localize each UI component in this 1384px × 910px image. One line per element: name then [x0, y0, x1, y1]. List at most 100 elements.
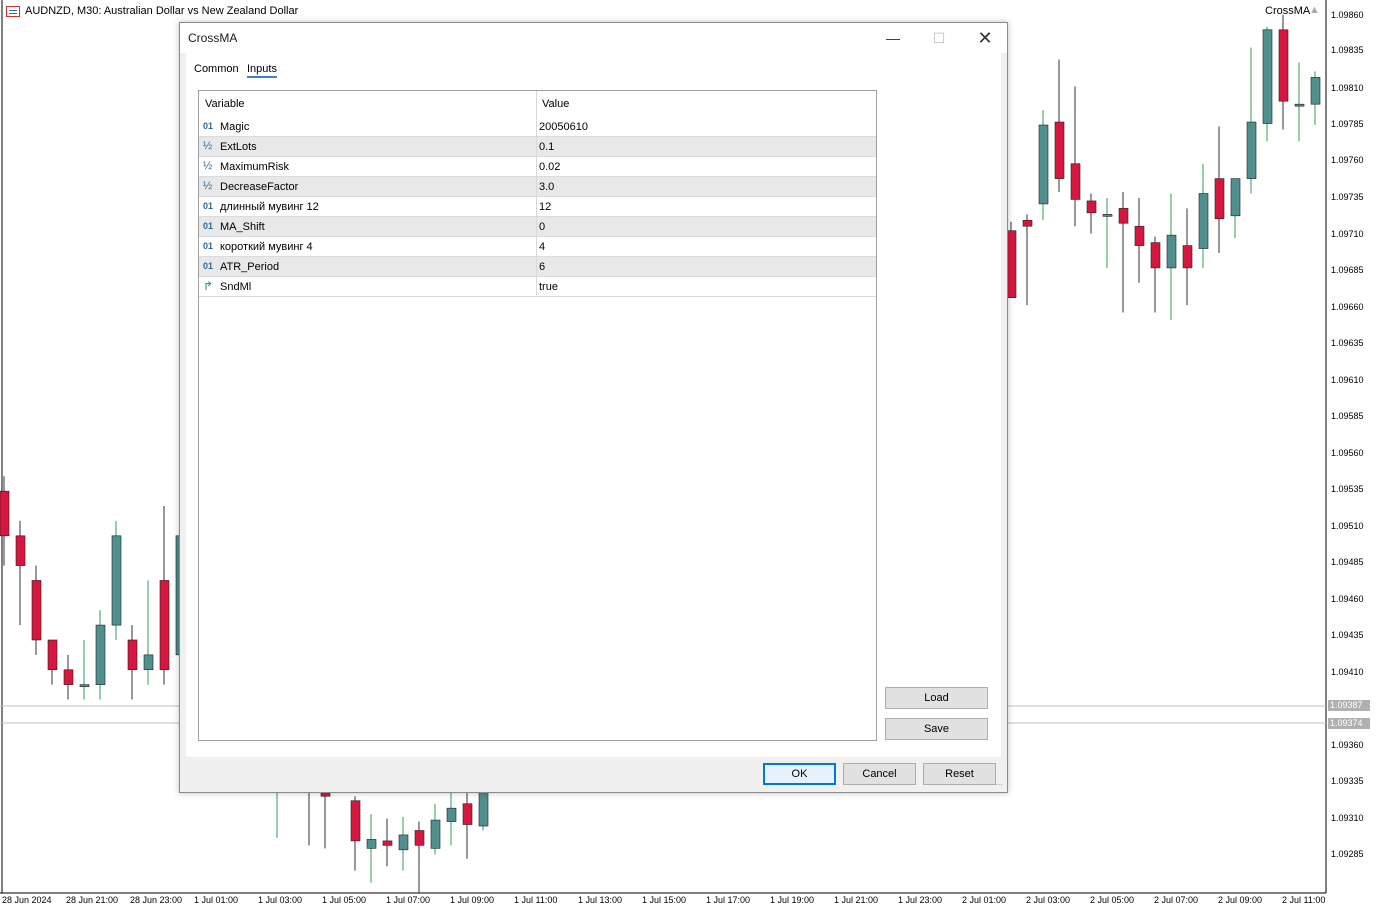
price-axis-label: 1.09360: [1331, 740, 1364, 750]
load-button[interactable]: Load: [885, 687, 988, 709]
parameter-row[interactable]: 01 короткий мувинг 4 4: [199, 237, 876, 257]
parameter-value[interactable]: 12: [539, 201, 551, 213]
parameter-row[interactable]: 01 ATR_Period 6: [199, 257, 876, 277]
integer-type-icon: 01: [203, 221, 214, 231]
time-axis-label: 1 Jul 09:00: [450, 895, 495, 905]
candle-body: [1230, 178, 1241, 217]
ask-price-tag: 1.09374: [1328, 718, 1370, 729]
column-header-variable[interactable]: Variable: [205, 98, 245, 110]
time-axis-label: 2 Jul 01:00: [962, 895, 1007, 905]
time-axis-label: 1 Jul 07:00: [386, 895, 431, 905]
parameter-row[interactable]: 01 длинный мувинг 12 12: [199, 197, 876, 217]
price-axis-label: 1.09810: [1331, 83, 1364, 93]
candle-body: [1022, 219, 1033, 227]
chart-title-text: AUDNZD, M30: Australian Dollar vs New Ze…: [25, 5, 299, 17]
ok-button[interactable]: OK: [763, 763, 836, 785]
dialog-titlebar[interactable]: CrossMA — ☐ ✕: [180, 23, 1007, 53]
tab-bar: Common Inputs: [186, 53, 1001, 83]
price-axis-label: 1.09835: [1331, 45, 1364, 55]
reset-button[interactable]: Reset: [923, 763, 996, 785]
parameter-value[interactable]: 3.0: [539, 181, 554, 193]
time-axis-label: 1 Jul 13:00: [578, 895, 623, 905]
bool-type-icon: ↱: [203, 279, 214, 293]
candle-body: [1294, 103, 1305, 107]
time-axis-label: 2 Jul 09:00: [1218, 895, 1263, 905]
inputs-grid[interactable]: Variable Value 01 Magic 20050610 ½ ExtLots 0.…: [198, 90, 877, 741]
price-axis-label: 1.09660: [1331, 302, 1364, 312]
integer-type-icon: 01: [203, 201, 214, 211]
candle-body: [79, 684, 90, 687]
parameter-row[interactable]: ½ ExtLots 0.1: [199, 137, 876, 157]
price-axis-label: 1.09860: [1331, 10, 1364, 20]
parameter-row[interactable]: 01 Magic 20050610: [199, 117, 876, 137]
tab-common[interactable]: Common: [194, 63, 239, 75]
parameter-row[interactable]: ½ DecreaseFactor 3.0: [199, 177, 876, 197]
parameter-value[interactable]: true: [539, 281, 558, 293]
price-axis-label: 1.09610: [1331, 375, 1364, 385]
candle-body: [1198, 193, 1209, 249]
parameter-name: ATR_Period: [220, 261, 280, 273]
candle-body: [1278, 29, 1289, 102]
price-axis-label: 1.09435: [1331, 630, 1364, 640]
candle-body: [1038, 124, 1049, 205]
price-axis-label: 1.09485: [1331, 557, 1364, 567]
time-axis-label: 1 Jul 03:00: [258, 895, 303, 905]
close-icon[interactable]: ✕: [962, 23, 1008, 53]
candle-body: [0, 490, 10, 537]
time-axis-label: 1 Jul 19:00: [770, 895, 815, 905]
minimize-icon[interactable]: —: [870, 23, 916, 53]
candle-body: [1102, 214, 1113, 217]
maximize-icon[interactable]: ☐: [916, 23, 962, 53]
candle-body: [63, 669, 74, 685]
price-axis-label: 1.09560: [1331, 448, 1364, 458]
integer-type-icon: 01: [203, 121, 214, 131]
candle-body: [15, 535, 26, 566]
parameter-value[interactable]: 0.02: [539, 161, 560, 173]
parameter-value[interactable]: 20050610: [539, 121, 588, 133]
parameter-value[interactable]: 0: [539, 221, 545, 233]
candle-body: [462, 803, 473, 825]
parameter-row[interactable]: 01 MA_Shift 0: [199, 217, 876, 237]
price-axis-label: 1.09785: [1331, 119, 1364, 129]
price-axis-label: 1.09285: [1331, 849, 1364, 859]
candle-body: [1086, 200, 1097, 214]
candle-body: [1118, 208, 1129, 224]
chart-window-icon: [6, 5, 20, 17]
candle-body: [1006, 230, 1017, 298]
candle-body: [1166, 234, 1177, 269]
cancel-button[interactable]: Cancel: [843, 763, 916, 785]
expert-hat-icon[interactable]: ▲: [1309, 5, 1322, 16]
candle-body: [1070, 163, 1081, 200]
parameter-name: DecreaseFactor: [220, 181, 299, 193]
candle-body: [414, 830, 425, 846]
candle-body: [382, 840, 393, 846]
dialog-title: CrossMA: [188, 31, 238, 45]
candle-body: [1214, 178, 1225, 220]
resize-grip-icon[interactable]: ⋯: [995, 780, 1005, 790]
column-header-value[interactable]: Value: [542, 98, 569, 110]
candle-body: [1246, 121, 1257, 179]
parameter-name: Magic: [220, 121, 250, 133]
double-type-icon: ½: [203, 140, 213, 152]
parameter-value[interactable]: 6: [539, 261, 545, 273]
candle-body: [1150, 242, 1161, 269]
time-axis-label: 2 Jul 07:00: [1154, 895, 1199, 905]
chart-title: AUDNZD, M30: Australian Dollar vs New Ze…: [6, 5, 298, 17]
candle-body: [1134, 225, 1145, 246]
expert-name[interactable]: CrossMA: [1265, 5, 1310, 17]
tab-inputs[interactable]: Inputs: [247, 63, 277, 78]
price-axis-label: 1.09760: [1331, 155, 1364, 165]
save-button[interactable]: Save: [885, 718, 988, 740]
parameter-value[interactable]: 0.1: [539, 141, 554, 153]
double-type-icon: ½: [203, 180, 213, 192]
parameter-value[interactable]: 4: [539, 241, 545, 253]
time-axis-label: 1 Jul 01:00: [194, 895, 239, 905]
price-axis-label: 1.09635: [1331, 338, 1364, 348]
parameter-row[interactable]: ½ MaximumRisk 0.02: [199, 157, 876, 177]
parameter-row[interactable]: ↱ SndMl true: [199, 277, 876, 297]
candle-body: [159, 580, 170, 671]
column-separator[interactable]: [536, 91, 537, 295]
candle-body: [95, 624, 106, 685]
price-axis-label: 1.09460: [1331, 594, 1364, 604]
price-axis-label: 1.09735: [1331, 192, 1364, 202]
